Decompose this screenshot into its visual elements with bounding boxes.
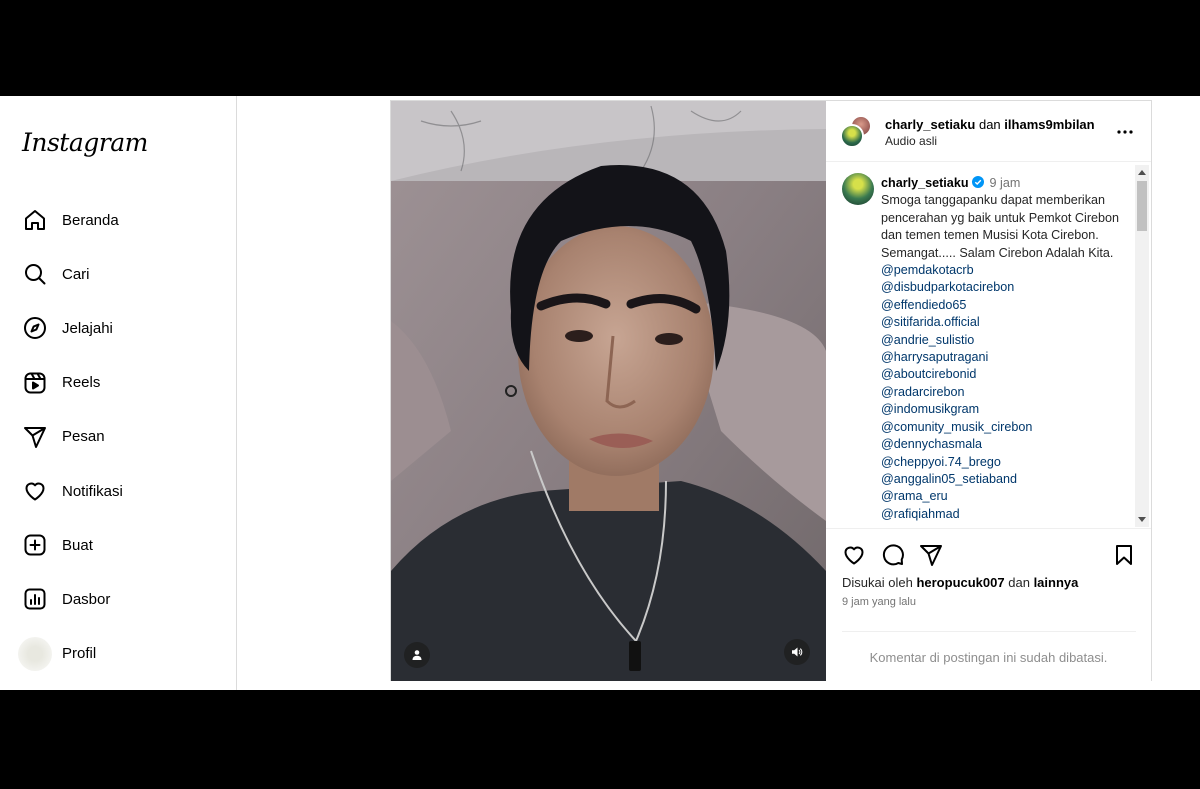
caption-username-link[interactable]: charly_setiaku (881, 176, 969, 190)
share-button[interactable] (919, 543, 943, 567)
caption: charly_setiaku 9 jam Smoga tanggapanku da… (881, 175, 1131, 523)
mention-link[interactable]: @dennychasmala (881, 436, 1131, 453)
caption-time: 9 jam (989, 176, 1021, 190)
tagged-user-button[interactable] (404, 642, 430, 668)
scrollbar[interactable] (1135, 165, 1149, 527)
scrollbar-thumb[interactable] (1137, 181, 1147, 231)
send-icon (22, 424, 48, 450)
nav-label: Pesan (62, 428, 105, 446)
mention-link[interactable]: @aboutcirebonid (881, 366, 1131, 383)
nav-label: Profil (62, 645, 97, 663)
nav-label: Beranda (62, 211, 119, 229)
letterbox-top (0, 0, 1200, 96)
mention-link[interactable]: @radarcirebon (881, 384, 1131, 401)
author-joiner: dan (978, 117, 1001, 132)
more-icon (1117, 130, 1133, 134)
nav-label: Cari (62, 265, 90, 283)
heart-icon (844, 546, 864, 565)
nav-label: Buat (62, 536, 93, 554)
nav-item-pesan[interactable]: Pesan (0, 410, 236, 464)
mention-link[interactable]: @anggalin05_setiaband (881, 471, 1131, 488)
search-icon (22, 261, 48, 287)
avatar[interactable] (842, 173, 874, 205)
audio-link[interactable]: Audio asli (885, 134, 937, 148)
bookmark-icon (1116, 545, 1132, 565)
mention-link[interactable]: @rama_eru (881, 488, 1131, 505)
nav-item-cari[interactable]: Cari (0, 247, 236, 301)
like-button[interactable] (842, 543, 866, 567)
nav-label: Jelajahi (62, 319, 113, 337)
plus-square-icon (22, 532, 48, 558)
nav-item-jelajahi[interactable]: Jelajahi (0, 301, 236, 355)
letterbox-bottom (0, 690, 1200, 789)
dashboard-icon (22, 586, 48, 612)
nav-label: Dasbor (62, 590, 111, 608)
speaker-icon (792, 647, 803, 657)
audio-toggle-button[interactable] (784, 639, 810, 665)
reels-icon (22, 370, 48, 396)
heart-icon (22, 478, 48, 504)
mention-link[interactable]: @andrie_sulistio (881, 332, 1131, 349)
mention-list: @pemdakotacrb @disbudparkotacirebon @effen… (881, 262, 1131, 523)
likes-others-link[interactable]: lainnya (1034, 575, 1079, 590)
nav-item-notifikasi[interactable]: Notifikasi (0, 464, 236, 518)
mention-link[interactable]: @harrysaputragani (881, 349, 1131, 366)
nav-label: Reels (62, 374, 101, 392)
explore-icon (22, 315, 48, 341)
sidebar-nav: Beranda Cari Jelajahi Reels Pesan Notifi… (0, 193, 236, 681)
mention-link[interactable]: @rafiqiahmad (881, 506, 1131, 523)
author-username-link[interactable]: charly_setiaku (885, 117, 975, 132)
liker-username-link[interactable]: heropucuk007 (916, 575, 1004, 590)
mention-link[interactable]: @sitifarida.official (881, 314, 1131, 331)
mention-link[interactable]: @cheppyoi.74_brego (881, 454, 1131, 471)
instagram-logo[interactable]: Instagram (22, 128, 148, 157)
more-options-button[interactable] (1114, 121, 1136, 143)
post-header: charly_setiaku dan ilhams9mbilan Audio a… (826, 101, 1151, 162)
mention-link[interactable]: @pemdakotacrb (881, 262, 1131, 279)
likes-summary: Disukai oleh heropucuk007 dan lainnya (842, 575, 1078, 590)
reel-video[interactable] (391, 101, 826, 681)
nav-item-profil[interactable]: Profil (0, 627, 236, 681)
mention-link[interactable]: @effendiedo65 (881, 297, 1131, 314)
avatar (840, 124, 864, 148)
post-dialog: charly_setiaku dan ilhams9mbilan Audio a… (390, 100, 1152, 681)
mention-link[interactable]: @indomusikgram (881, 401, 1131, 418)
mention-link[interactable]: @comunity_musik_cirebon (881, 419, 1131, 436)
save-button[interactable] (1112, 543, 1136, 567)
avatar (18, 636, 52, 671)
home-icon (22, 207, 48, 233)
nav-label: Notifikasi (62, 482, 123, 500)
collab-avatars[interactable] (840, 115, 874, 149)
nav-item-beranda[interactable]: Beranda (0, 193, 236, 247)
divider (842, 631, 1136, 632)
video-frame-image (391, 101, 826, 681)
post-actions: Disukai oleh heropucuk007 dan lainnya 9 … (826, 528, 1151, 668)
likes-joiner: dan (1008, 575, 1030, 590)
mention-link[interactable]: @disbudparkotacirebon (881, 279, 1131, 296)
caption-scroll-area[interactable]: charly_setiaku 9 jam Smoga tanggapanku da… (826, 163, 1151, 528)
scroll-up-arrow[interactable] (1138, 170, 1146, 175)
verified-badge-icon (971, 176, 984, 188)
nav-item-reels[interactable]: Reels (0, 356, 236, 410)
send-icon (920, 545, 942, 566)
post-authors: charly_setiaku dan ilhams9mbilan (885, 116, 1095, 133)
caption-text: Smoga tanggapanku dapat memberikan pence… (881, 193, 1120, 260)
scroll-down-arrow[interactable] (1138, 517, 1146, 522)
instagram-screen: Instagram Beranda Cari Jelajahi Reels Pe… (0, 96, 1200, 690)
comments-restricted-notice: Komentar di postingan ini sudah dibatasi… (869, 650, 1108, 665)
user-icon (412, 650, 422, 660)
coauthor-username-link[interactable]: ilhams9mbilan (1004, 117, 1094, 132)
sidebar: Instagram Beranda Cari Jelajahi Reels Pe… (0, 96, 237, 690)
nav-item-buat[interactable]: Buat (0, 518, 236, 572)
likes-prefix: Disukai oleh (842, 575, 913, 590)
nav-item-dasbor[interactable]: Dasbor (0, 572, 236, 626)
post-timestamp[interactable]: 9 jam yang lalu (842, 596, 916, 608)
post-side-panel: charly_setiaku dan ilhams9mbilan Audio a… (826, 101, 1151, 681)
comment-button[interactable] (881, 543, 905, 567)
comment-icon (882, 544, 904, 566)
